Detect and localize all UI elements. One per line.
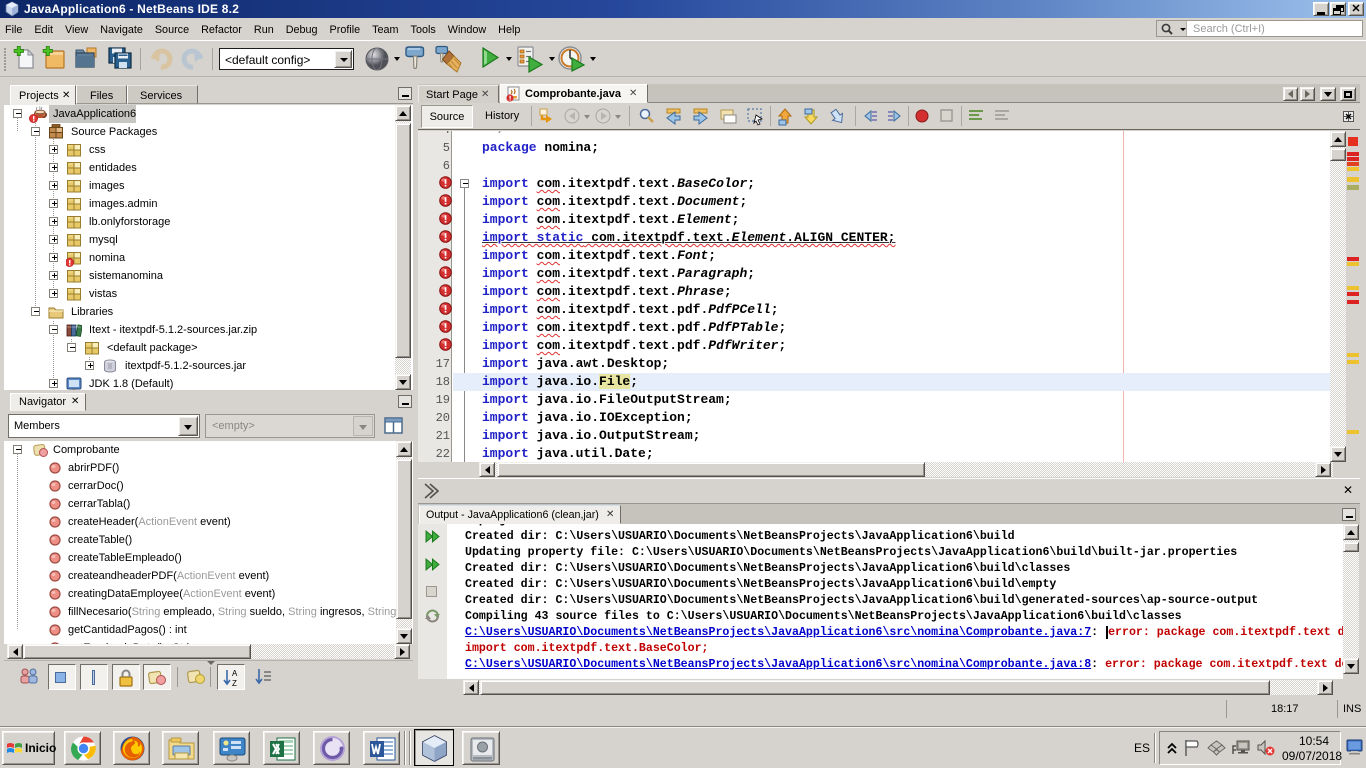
svg-text:A: A bbox=[232, 669, 238, 678]
svg-text:Z: Z bbox=[232, 679, 237, 688]
